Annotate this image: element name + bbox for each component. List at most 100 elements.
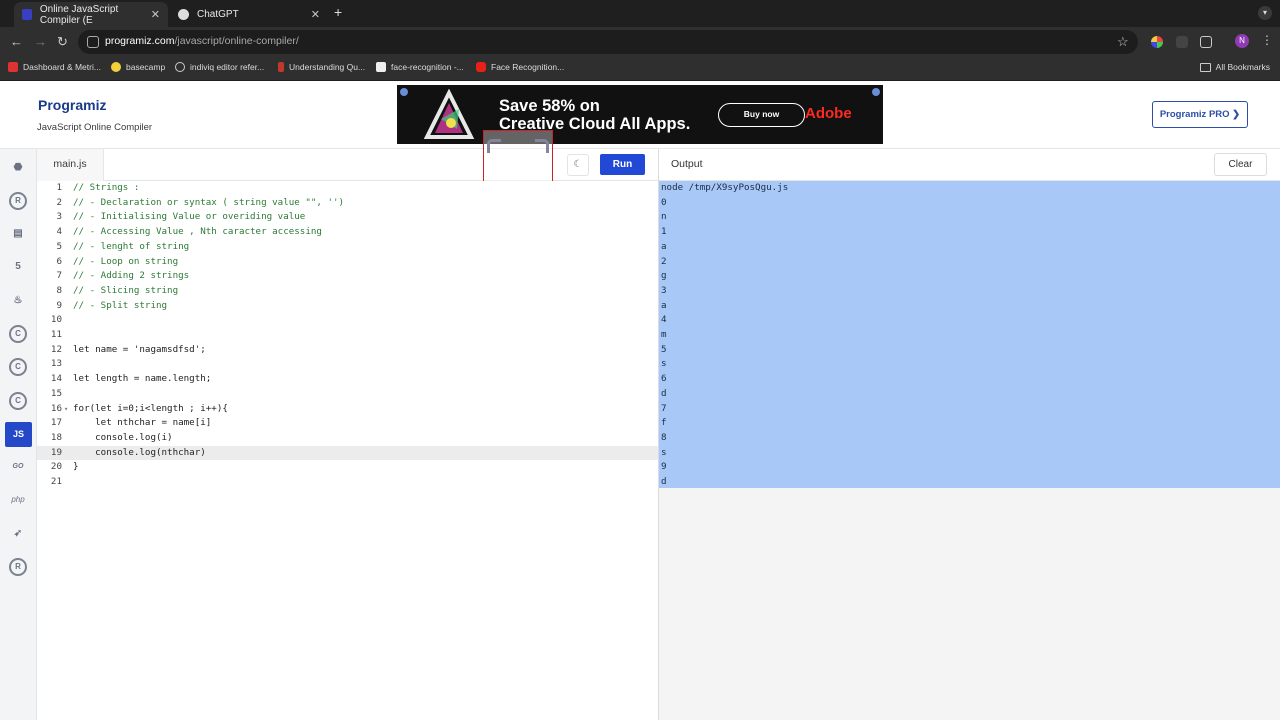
line-number: 8 [56, 284, 62, 296]
code-line[interactable]: 20} [37, 460, 658, 475]
output-line: d [661, 387, 667, 399]
java-icon[interactable]: ♨ [9, 292, 27, 310]
code-line[interactable]: 11 [37, 328, 658, 343]
code-line[interactable]: 3 // - Initialising Value or overiding va… [37, 210, 658, 225]
forward-icon[interactable]: → [34, 34, 47, 49]
bookmark-item[interactable]: Understanding Qu... [278, 62, 365, 72]
php-icon[interactable]: php [9, 491, 27, 509]
line-number: 19 [50, 446, 62, 458]
code-line[interactable]: 7 // - Adding 2 strings [37, 269, 658, 284]
tab-chatgpt[interactable]: ChatGPT ✕ [170, 2, 328, 27]
bookmark-label: basecamp [126, 62, 166, 72]
output-line: 6 [661, 373, 667, 385]
code-text: // - lenght of string [73, 240, 190, 252]
code-text: // - Adding 2 strings [73, 270, 190, 282]
line-number: 6 [56, 255, 62, 267]
reload-icon[interactable]: ↻ [57, 34, 68, 50]
bookmark-item[interactable]: basecamp [111, 62, 165, 72]
theme-toggle-moon-icon[interactable]: ☾ [567, 154, 589, 176]
code-line[interactable]: 9 // - Split string [37, 299, 658, 314]
programiz-logo[interactable]: Programiz [38, 97, 106, 113]
editor-header: main.js ☾ Run [37, 149, 658, 181]
code-text: // Strings : [73, 182, 140, 193]
bookmark-item[interactable]: face-recognition -... [376, 62, 464, 72]
output-line: f [661, 417, 667, 429]
bookmark-label: Face Recognition... [491, 62, 565, 72]
python-icon[interactable]: ⬣ [9, 159, 27, 177]
address-bar[interactable]: programiz.com/javascript/online-compiler… [78, 30, 1138, 54]
fold-arrow-icon[interactable]: ▾ [64, 402, 68, 417]
bookmark-star-icon[interactable]: ☆ [1117, 34, 1129, 50]
code-text: let name = 'nagamsdfsd'; [73, 343, 206, 355]
cpp-icon[interactable]: C [9, 358, 27, 376]
line-number: 2 [56, 196, 62, 208]
run-button[interactable]: Run [600, 154, 645, 175]
code-line[interactable]: 5 // - lenght of string [37, 240, 658, 255]
profile-avatar[interactable]: N [1235, 34, 1249, 48]
close-tab-icon[interactable]: ✕ [151, 8, 160, 21]
advertisement-banner[interactable]: Save 58% on Creative Cloud All Apps. Buy… [397, 85, 883, 144]
c-icon[interactable]: C [9, 325, 27, 343]
code-line[interactable]: 15 [37, 387, 658, 402]
extension-color-icon[interactable] [1151, 36, 1163, 48]
new-tab-icon[interactable]: + [334, 4, 342, 20]
clear-button[interactable]: Clear [1214, 153, 1267, 176]
csharp-icon[interactable]: C [9, 392, 27, 410]
output-line: 7 [661, 402, 667, 414]
bookmark-label: indiviq editor refer... [190, 62, 265, 72]
code-text: // - Slicing string [73, 284, 179, 296]
ad-headline-1: Save 58% on [499, 97, 600, 115]
extensions-puzzle-icon[interactable] [1200, 36, 1212, 48]
output-line: a [661, 299, 667, 311]
line-number: 18 [50, 431, 62, 443]
code-editor[interactable]: 1 // Strings : 2 // - Declaration or syntax… [37, 181, 658, 720]
code-line[interactable]: 18 console.log(i) [37, 431, 658, 446]
programiz-pro-button[interactable]: Programiz PRO ❯ [1152, 101, 1248, 128]
go-icon[interactable]: GO [9, 458, 27, 476]
close-tab-icon[interactable]: ✕ [311, 8, 320, 21]
html-icon[interactable]: 5 [9, 258, 27, 276]
code-line[interactable]: 17 let nthchar = name[i] [37, 416, 658, 431]
code-line[interactable]: 16 ▾ for(let i=0;i<length ; i++){ [37, 402, 658, 417]
code-line[interactable]: 13 [37, 357, 658, 372]
code-text: } [73, 461, 79, 473]
code-line[interactable]: 10 [37, 313, 658, 328]
frame-corner [535, 139, 549, 153]
sql-icon[interactable]: ▤ [9, 225, 27, 243]
bookmark-item[interactable]: Dashboard & Metri... [8, 62, 101, 72]
tab-search-chevron-icon[interactable]: ▾ [1258, 6, 1272, 20]
bookmark-favicon-icon [111, 62, 121, 72]
code-text: console.log(nthchar) [73, 446, 206, 458]
browser-menu-icon[interactable]: ⋮ [1261, 33, 1273, 47]
bookmark-item[interactable]: Face Recognition... [476, 62, 564, 72]
file-tab-main-js[interactable]: main.js [37, 149, 104, 181]
code-line[interactable]: 1 // Strings : [37, 181, 658, 196]
code-line[interactable]: 19 console.log(nthchar) [37, 445, 658, 461]
swift-icon[interactable]: ➶ [9, 525, 27, 543]
all-bookmarks[interactable]: All Bookmarks [1199, 62, 1270, 72]
back-icon[interactable]: ← [10, 34, 23, 49]
line-number: 15 [50, 387, 62, 399]
code-line[interactable]: 14 let length = name.length; [37, 372, 658, 387]
ad-buy-now-button[interactable]: Buy now [718, 103, 805, 127]
browser-tab-bar: Online JavaScript Compiler (E ✕ ChatGPT … [0, 0, 1280, 27]
rust-icon[interactable]: R [9, 558, 27, 576]
output-console[interactable]: node /tmp/X9syPosQgu.js 0 n 1 a 2 g 3 a 4 m 5 s 6 d 7 f 8… [659, 181, 1280, 720]
ad-choices-icon[interactable] [872, 88, 880, 96]
output-header: Output Clear [659, 149, 1280, 181]
code-line[interactable]: 12 let name = 'nagamsdfsd'; [37, 343, 658, 358]
code-line[interactable]: 4 // - Accessing Value , Nth caracter acc… [37, 225, 658, 240]
tab-online-js-compiler[interactable]: Online JavaScript Compiler (E ✕ [14, 2, 168, 27]
extension-icon[interactable] [1176, 36, 1188, 48]
code-line[interactable]: 8 // - Slicing string [37, 284, 658, 299]
code-line[interactable]: 2 // - Declaration or syntax ( string val… [37, 196, 658, 211]
code-line[interactable]: 6 // - Loop on string [37, 255, 658, 270]
youtube-icon [476, 62, 486, 72]
code-line[interactable]: 21 [37, 475, 658, 490]
site-header: Programiz JavaScript Online Compiler Sav… [0, 81, 1280, 149]
ad-info-icon[interactable] [400, 88, 408, 96]
js-icon[interactable]: JS [5, 422, 32, 447]
r-icon[interactable]: R [9, 192, 27, 210]
site-info-icon[interactable] [87, 36, 99, 48]
bookmark-item[interactable]: indiviq editor refer... [175, 62, 264, 72]
